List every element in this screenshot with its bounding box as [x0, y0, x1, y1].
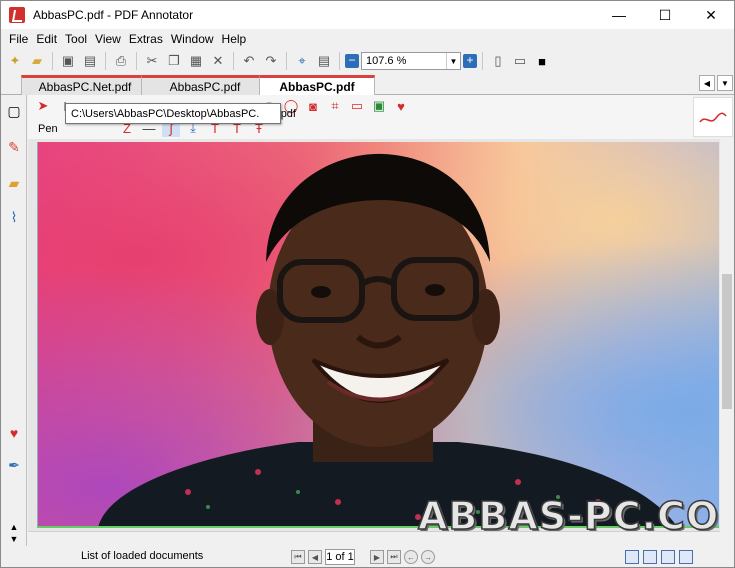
- menu-view[interactable]: View: [91, 32, 125, 46]
- select-arrow-icon[interactable]: ➤: [34, 97, 52, 115]
- pen-stroke-preview: [699, 112, 727, 123]
- toolbar-separator: [52, 52, 53, 70]
- insert-image-icon[interactable]: ▣: [370, 97, 388, 115]
- chevron-down-icon: ▼: [446, 53, 460, 69]
- toolbar-separator: [233, 52, 234, 70]
- status-text: List of loaded documents: [81, 550, 204, 562]
- back-icon[interactable]: ←: [404, 550, 418, 564]
- vertical-scrollbar[interactable]: [720, 139, 734, 531]
- save-as-icon[interactable]: ▤: [80, 51, 100, 71]
- document-tabs: AbbasPC.Net.pdf AbbasPC.pdf AbbasPC.pdf …: [1, 73, 734, 96]
- view-mode-buttons: [625, 550, 693, 564]
- copy-icon[interactable]: ❐: [164, 51, 184, 71]
- close-button[interactable]: ✕: [688, 1, 734, 29]
- favorites-heart-icon[interactable]: ♥: [4, 421, 24, 445]
- previous-page-icon[interactable]: ◀: [308, 550, 322, 564]
- page-navigation: ⏮ ◀ 1 of 1 ▶ ⏭ ← →: [291, 549, 435, 565]
- tab-abbaspc[interactable]: AbbasPC.pdf: [141, 75, 269, 95]
- zoom-in-button[interactable]: +: [463, 54, 477, 68]
- delete-icon[interactable]: ✕: [208, 51, 228, 71]
- first-page-icon[interactable]: ⏮: [291, 550, 305, 564]
- toolbar-separator: [105, 52, 106, 70]
- redo-icon[interactable]: ↷: [261, 51, 281, 71]
- zoom-value: 107.6 %: [366, 55, 407, 67]
- page-number-field[interactable]: 1 of 1: [325, 549, 355, 565]
- page-number-value: 1: [326, 551, 333, 563]
- print-icon[interactable]: ⎙: [111, 51, 131, 71]
- last-page-icon[interactable]: ⏭: [387, 550, 401, 564]
- app-window: AbbasPC.pdf - PDF Annotator — ☐ ✕ File E…: [0, 0, 735, 568]
- menu-tool[interactable]: Tool: [61, 32, 91, 46]
- menu-file[interactable]: File: [5, 32, 32, 46]
- tab-abbaspc-net[interactable]: AbbasPC.Net.pdf: [21, 75, 149, 95]
- zoom-dropdown[interactable]: 107.6 % ▼: [361, 52, 461, 70]
- menu-extras[interactable]: Extras: [125, 32, 167, 46]
- document-page-photo: [37, 142, 719, 528]
- paste-icon[interactable]: ▦: [186, 51, 206, 71]
- tabs-menu-arrow-icon[interactable]: ▼: [717, 75, 733, 91]
- cut-icon[interactable]: ✂: [142, 51, 162, 71]
- page-layout-icon[interactable]: ▤: [314, 51, 334, 71]
- single-page-view-icon[interactable]: [625, 550, 639, 564]
- next-page-icon[interactable]: ▶: [370, 550, 384, 564]
- tab-abbaspc-active[interactable]: AbbasPC.pdf: [259, 75, 375, 96]
- toolbar-separator: [286, 52, 287, 70]
- current-tool-label: Pen: [38, 123, 58, 135]
- menu-help[interactable]: Help: [218, 32, 251, 46]
- forward-icon[interactable]: →: [421, 550, 435, 564]
- fit-page-icon[interactable]: ▯: [488, 51, 508, 71]
- camera-icon[interactable]: ◙: [304, 97, 322, 115]
- file-path-tooltip: C:\Users\AbbasPC\Desktop\AbbasPC. pdf: [65, 103, 296, 124]
- favorite-tools-heart-icon[interactable]: ♥: [392, 97, 410, 115]
- status-bar: List of loaded documents ⏮ ◀ 1 of 1 ▶ ⏭ …: [1, 546, 734, 567]
- two-page-view-icon[interactable]: [661, 550, 675, 564]
- toolbar-separator: [136, 52, 137, 70]
- page-total: of 1: [335, 551, 354, 563]
- ruler-icon[interactable]: ▭: [348, 97, 366, 115]
- attachments-paperclip-icon[interactable]: ⌇: [4, 205, 24, 229]
- horizontal-scrollbar[interactable]: [28, 531, 720, 545]
- two-page-continuous-view-icon[interactable]: [679, 550, 693, 564]
- annotations-pen-icon[interactable]: ✎: [4, 135, 24, 159]
- new-document-icon[interactable]: ✦: [5, 51, 25, 71]
- toolbar-separator: [339, 52, 340, 70]
- menu-bar: File Edit Tool View Extras Window Help: [1, 29, 734, 49]
- bookmarks-folder-icon[interactable]: ▰: [4, 171, 24, 195]
- title-bar: AbbasPC.pdf - PDF Annotator — ☐ ✕: [1, 1, 734, 29]
- maximize-button[interactable]: ☐: [642, 1, 688, 29]
- undo-icon[interactable]: ↶: [239, 51, 259, 71]
- left-sidebar: ▢ ✎ ▰ ⌇ ♥ ✒ ▲ ▼: [1, 95, 27, 548]
- stamp-icon[interactable]: ✒: [4, 453, 24, 477]
- vertical-scroll-thumb[interactable]: [722, 274, 732, 409]
- fit-width-icon[interactable]: ▭: [510, 51, 530, 71]
- pen-preview-swatch: [693, 97, 733, 137]
- smiling-man-portrait: [98, 153, 677, 526]
- menu-edit[interactable]: Edit: [32, 32, 61, 46]
- window-title: AbbasPC.pdf - PDF Annotator: [33, 8, 194, 22]
- save-icon[interactable]: ▣: [58, 51, 78, 71]
- main-toolbar: ✦ ▰ ▣ ▤ ⎙ ✂ ❐ ▦ ✕ ↶ ↷ ⌖ ▤ − 107.6 % ▼ + …: [1, 49, 734, 73]
- find-binoculars-icon[interactable]: ⌖: [292, 51, 312, 71]
- tabs-prev-arrow-icon[interactable]: ◀: [699, 75, 715, 91]
- minimize-button[interactable]: —: [596, 1, 642, 29]
- continuous-view-icon[interactable]: [643, 550, 657, 564]
- toolbar-separator: [482, 52, 483, 70]
- crop-icon[interactable]: ⌗: [326, 97, 344, 115]
- pdf-annotator-app-icon: [9, 7, 25, 23]
- fullscreen-icon[interactable]: ■: [532, 51, 552, 71]
- page-thumbnails-icon[interactable]: ▢: [4, 99, 24, 123]
- zoom-out-button[interactable]: −: [345, 54, 359, 68]
- open-folder-icon[interactable]: ▰: [27, 51, 47, 71]
- menu-window[interactable]: Window: [167, 32, 218, 46]
